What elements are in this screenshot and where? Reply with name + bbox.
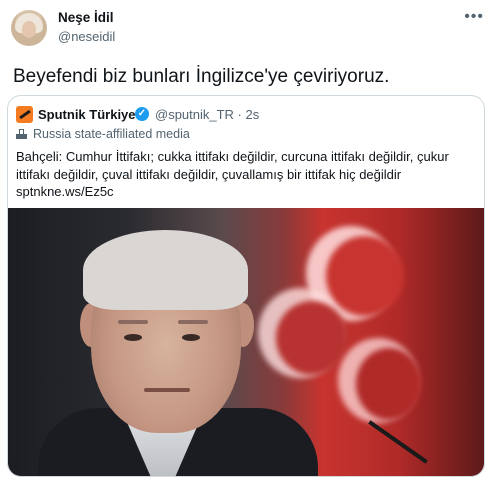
tweet-text: Beyefendi biz bunları İngilizce'ye çevir… <box>13 66 390 87</box>
author-avatar[interactable] <box>11 10 47 46</box>
flag-icon <box>16 129 27 139</box>
quoted-tweet-body: Bahçeli: Cumhur İttifakı; cukka ittifakı… <box>16 149 449 182</box>
person-mouth <box>144 388 190 392</box>
person-eye <box>182 334 200 341</box>
flag-crescent-cut <box>276 301 348 375</box>
more-options-icon[interactable]: ••• <box>464 8 484 26</box>
quoted-tweet-photo[interactable] <box>8 208 484 476</box>
quoted-author-handle-time: @sputnik_TR · 2s <box>155 107 260 122</box>
quoted-tweet-card[interactable]: Sputnik Türkiye ✓ @sputnik_TR · 2s Russi… <box>7 95 485 477</box>
microphone <box>368 420 428 464</box>
flag-crescent-cut <box>356 348 422 420</box>
state-media-label[interactable]: Russia state-affiliated media <box>16 127 190 141</box>
author-handle[interactable]: @neseidil <box>58 29 115 44</box>
person-brow <box>118 320 148 324</box>
quoted-tweet-text: Bahçeli: Cumhur İttifakı; cukka ittifakı… <box>16 148 480 201</box>
person-hair <box>83 230 248 310</box>
state-media-label-text: Russia state-affiliated media <box>33 127 190 141</box>
person-brow <box>178 320 208 324</box>
author-name[interactable]: Neşe İdil <box>58 10 114 25</box>
flag-crescent-cut <box>326 236 404 316</box>
quoted-author-name[interactable]: Sputnik Türkiye <box>38 107 136 122</box>
verified-badge-icon: ✓ <box>135 107 149 121</box>
sputnik-logo-avatar[interactable] <box>16 106 33 123</box>
person-eye <box>124 334 142 341</box>
quoted-tweet-link[interactable]: sptnkne.ws/Ez5c <box>16 184 114 199</box>
